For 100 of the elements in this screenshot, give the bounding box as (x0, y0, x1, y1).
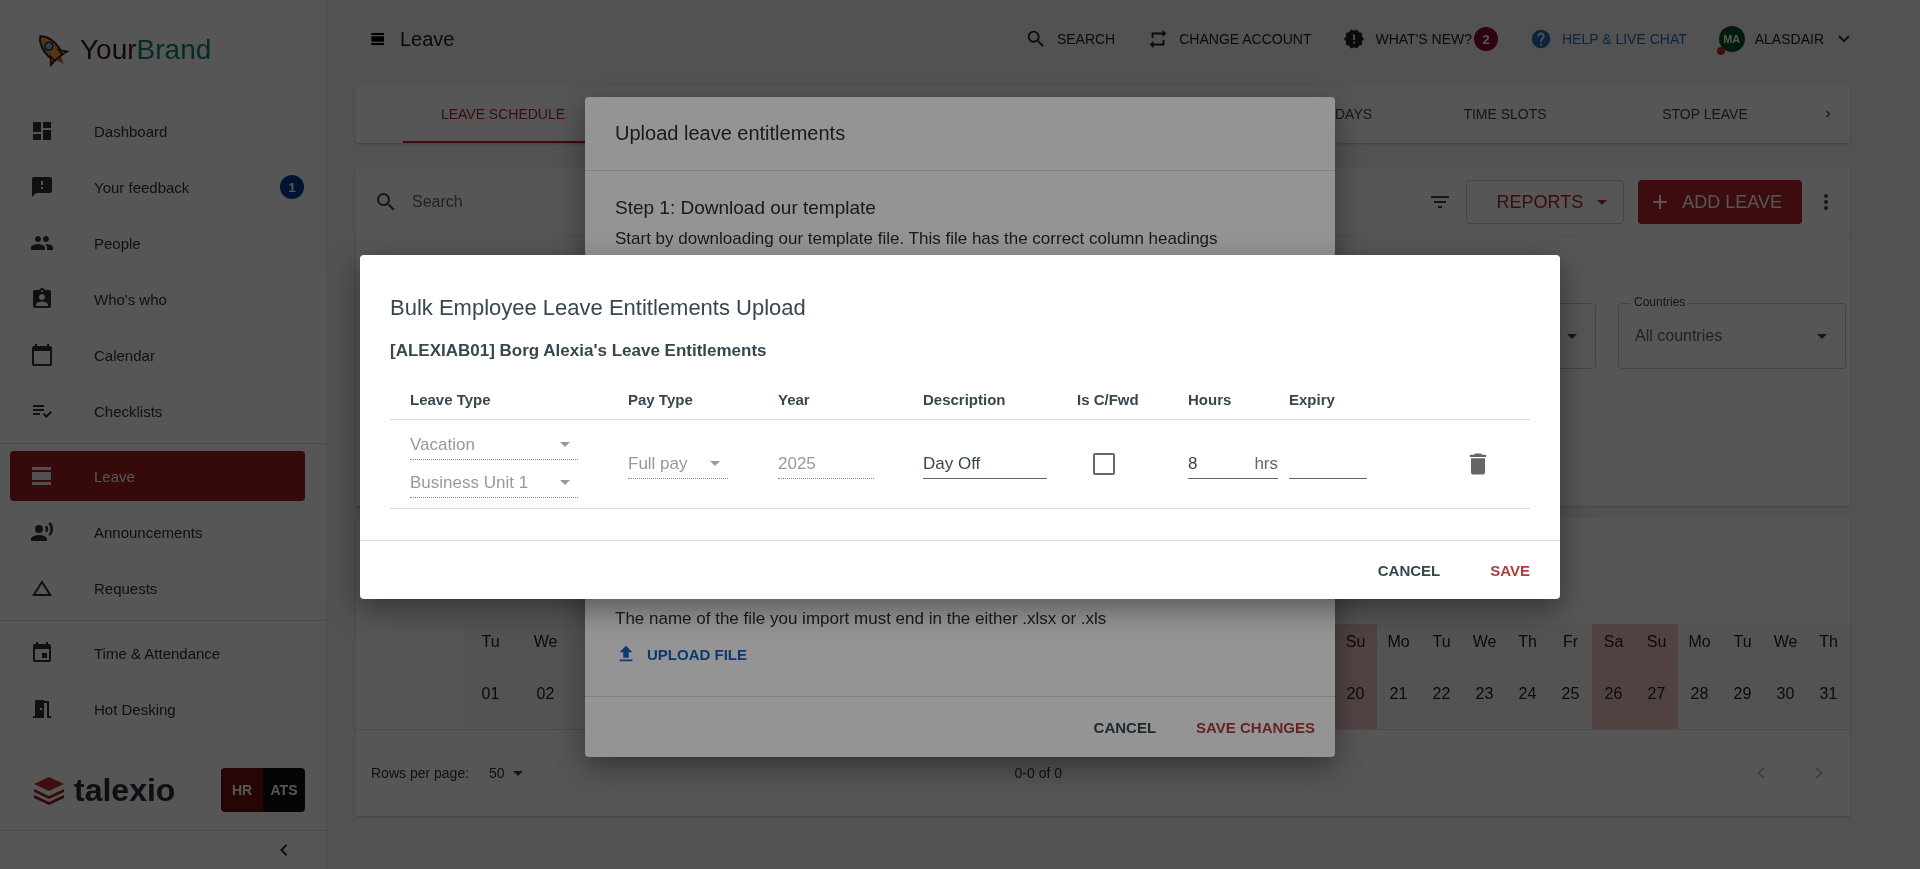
date-label: 25 (1561, 684, 1580, 704)
date-label: 30 (1776, 684, 1795, 704)
tab[interactable]: TIME SLOTS (1405, 86, 1605, 143)
dialog-subtitle: [ALEXIAB01] Borg Alexia's Leave Entitlements (389, 340, 768, 361)
date-label: 28 (1690, 684, 1709, 704)
column-header: Pay Type (627, 390, 694, 408)
weekday-label: Mo (1688, 631, 1711, 652)
caret-icon (512, 770, 523, 776)
help-icon (1530, 28, 1552, 50)
save-button[interactable]: SAVE (1490, 561, 1530, 579)
sidebar-item[interactable]: Leave (10, 451, 305, 501)
date-label: 29 (1733, 684, 1752, 704)
sidebar-item[interactable]: Time & Attendance (0, 625, 326, 681)
column-header: Description (922, 390, 1007, 408)
save-changes-button[interactable]: SAVE CHANGES (1196, 718, 1315, 736)
stacked-bars-icon (370, 31, 386, 47)
brand-name: YourBrand (80, 33, 212, 66)
weekday-label: Su (1345, 631, 1366, 652)
avatar: MA (1718, 26, 1745, 52)
count-badge: 2 (1474, 27, 1498, 51)
alert-badge-icon (1343, 28, 1366, 50)
sidebar-item[interactable]: Your feedback 1 (0, 159, 326, 215)
cancel-button[interactable]: CANCEL (1093, 718, 1157, 736)
caret-icon (1597, 199, 1608, 205)
header-link[interactable]: SEARCH (1024, 28, 1116, 50)
date-label: 23 (1475, 684, 1494, 704)
weekday-label: We (1472, 631, 1497, 652)
weekday-label: Th (1819, 631, 1838, 652)
caret-icon (560, 480, 570, 485)
sidebar-item[interactable]: Dashboard (0, 103, 326, 159)
sidebar-item[interactable]: Announcements (0, 504, 326, 560)
caret-icon (1567, 333, 1577, 339)
column-header: Hours (1187, 390, 1233, 408)
file-note: The name of the file you import must end in the either .xlsx or .xls (614, 609, 1108, 629)
id-badge-icon (30, 287, 54, 311)
count-badge: 1 (280, 175, 304, 199)
column-header: Expiry (1288, 390, 1336, 408)
tab[interactable]: DAYS (1335, 86, 1405, 143)
weekday-label: Sa (1603, 631, 1624, 652)
chevron-down-icon (1838, 35, 1850, 43)
carry-forward-checkbox[interactable] (1093, 453, 1115, 475)
date-label: 31 (1819, 684, 1838, 704)
weekday-label: Th (1518, 631, 1537, 652)
step-heading: Step 1: Download our template (614, 196, 877, 220)
feedback-icon (30, 175, 54, 199)
weekday-label: Su (1646, 631, 1667, 652)
date-label: 02 (536, 684, 555, 704)
weekday-label: Mo (1387, 631, 1410, 652)
speaking-person-icon (30, 520, 54, 544)
date-label: 26 (1604, 684, 1623, 704)
reports-button[interactable]: REPORTS (1465, 180, 1625, 224)
weekday-label: Tu (481, 631, 500, 652)
door-icon (30, 697, 54, 721)
module-toggle[interactable]: HR (221, 768, 263, 812)
sidebar-item[interactable]: Checklists (0, 383, 326, 439)
date-label: 22 (1432, 684, 1451, 704)
date-label: 27 (1647, 684, 1666, 704)
dialog-title: Bulk Employee Leave Entitlements Upload (389, 294, 807, 321)
column-header: Is C/Fwd (1076, 390, 1140, 408)
date-label: 24 (1518, 684, 1537, 704)
dialog-title: Upload leave entitlements (585, 97, 1335, 171)
header-link[interactable]: HELP & LIVE CHAT (1530, 28, 1687, 50)
layers-icon (32, 775, 66, 805)
date-label: 20 (1346, 684, 1365, 704)
sidebar-item[interactable]: Calendar (0, 327, 326, 383)
weekday-label: We (1773, 631, 1798, 652)
date-label: 21 (1389, 684, 1408, 704)
header-link[interactable]: WHAT'S NEW? 2 (1343, 27, 1498, 51)
calendar-icon (30, 343, 54, 367)
caret-icon (1817, 333, 1827, 339)
rows-per-page-label: Rows per page: (371, 765, 470, 781)
rows-per-page-select[interactable]: 50 (489, 765, 523, 781)
sidebar-item[interactable]: Who's who (0, 271, 326, 327)
column-header: Year (777, 390, 811, 408)
user-menu[interactable]: MA ALASDAIR (1718, 26, 1850, 52)
weekday-label: Fr (1562, 631, 1579, 652)
add-leave-button[interactable]: ADD LEAVE (1638, 180, 1802, 224)
weekday-label: Tu (1432, 631, 1451, 652)
date-label: 01 (481, 684, 500, 704)
dashboard-icon (30, 119, 54, 143)
sidebar-item[interactable]: Requests (0, 560, 326, 616)
module-toggle[interactable]: ATS (263, 768, 305, 812)
description-field[interactable]: Day Off (923, 449, 1047, 479)
caret-icon (710, 461, 720, 466)
sidebar-item[interactable]: People (0, 215, 326, 271)
more-icon[interactable] (1824, 194, 1828, 210)
calendar-icon (30, 641, 54, 665)
cancel-button[interactable]: CANCEL (1377, 561, 1441, 579)
step-text: Start by downloading our template file. This file has the correct column headings (614, 229, 1219, 249)
header-link[interactable]: CHANGE ACCOUNT (1147, 28, 1312, 50)
column-header: Leave Type (409, 390, 492, 408)
tab[interactable]: STOP LEAVE (1605, 86, 1805, 143)
sidebar-item[interactable]: Hot Desking (0, 681, 326, 737)
hours-field[interactable]: 8 hrs (1188, 449, 1278, 479)
upload-file-button[interactable]: UPLOAD FILE (615, 643, 747, 665)
page-title: Leave (400, 27, 456, 51)
weekday-label: Tu (1733, 631, 1752, 652)
weekday-label: We (533, 631, 558, 652)
stacked-bars-icon (30, 464, 54, 488)
product-logo: talexio (32, 771, 176, 809)
